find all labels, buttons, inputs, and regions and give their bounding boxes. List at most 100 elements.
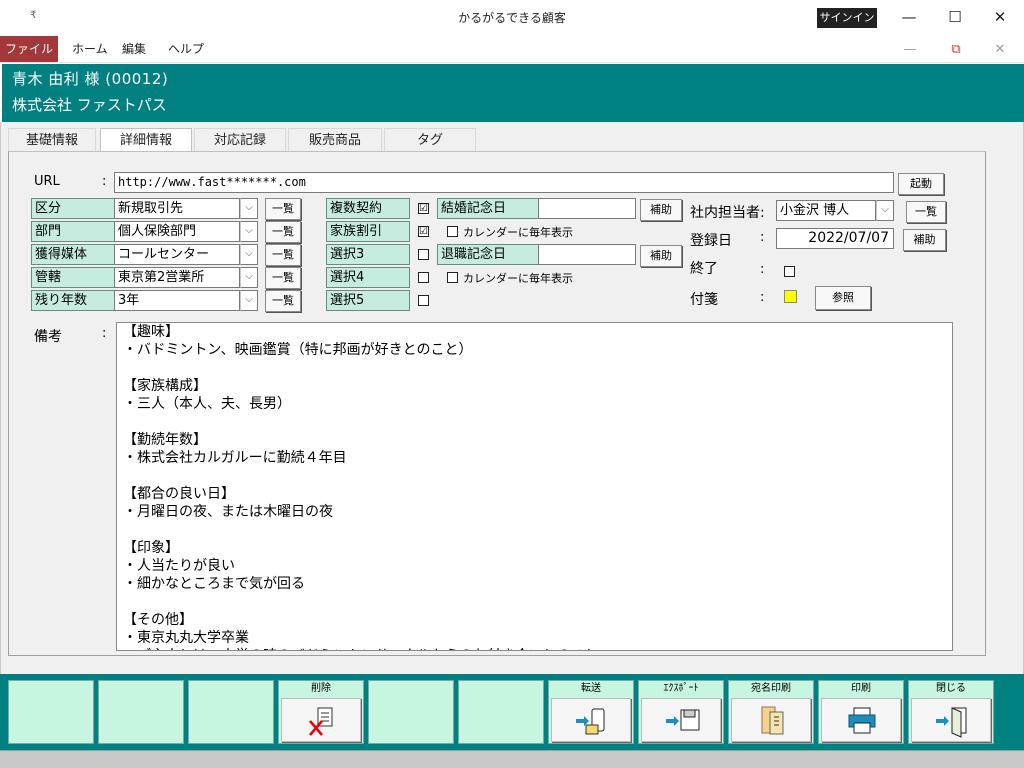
chevron-down-icon[interactable]: ⌵ — [240, 267, 258, 288]
registered-assist-button[interactable]: 補助 — [903, 229, 946, 251]
wedding-calendar-checkbox[interactable] — [447, 226, 458, 237]
retire-calendar-label: カレンダーに毎年表示 — [463, 272, 573, 285]
footer-empty-slot-2 — [98, 680, 184, 744]
tab-contact-log[interactable]: 対応記録 — [194, 128, 286, 152]
retire-assist-button[interactable]: 補助 — [640, 245, 682, 267]
option4-label: 選択4 — [326, 267, 410, 288]
footer-empty-slot-3 — [188, 680, 274, 744]
remaining-years-label: 残り年数 — [31, 290, 115, 311]
registered-date-field[interactable]: 2022/07/07 — [776, 228, 894, 249]
company-name: 株式会社 ファストパス — [12, 96, 167, 114]
multi-contract-label: 複数契約 — [326, 198, 410, 219]
option5-checkbox[interactable] — [418, 295, 429, 306]
launch-button[interactable]: 起動 — [898, 173, 944, 195]
url-label: URL — [34, 174, 60, 189]
chevron-down-icon[interactable]: ⌵ — [240, 244, 258, 265]
department-combo[interactable]: 個人保険部門 — [114, 221, 240, 242]
url-field[interactable]: http://www.fast*******.com — [114, 172, 894, 193]
channel-combo[interactable]: コールセンター — [114, 244, 240, 265]
staff-label: 社内担当者: — [690, 205, 765, 221]
delete-button-label: 削除 — [279, 681, 363, 697]
print-button[interactable]: 印刷 — [818, 680, 904, 744]
remaining-years-list-button[interactable]: 一覧 — [265, 290, 301, 312]
url-colon: : — [102, 174, 107, 189]
footer-empty-slot-1 — [8, 680, 94, 744]
sticky-color-swatch[interactable] — [784, 290, 797, 303]
signin-button[interactable]: サインイン — [817, 8, 877, 28]
memo-textarea[interactable]: 【趣味】 ・バドミントン、映画鑑賞（特に邦画が好きとのこと） 【家族構成】 ・三… — [116, 322, 953, 651]
department-label: 部門 — [31, 221, 115, 242]
menu-home[interactable]: ホーム — [62, 36, 118, 62]
status-bar — [0, 750, 1024, 768]
printer-icon — [848, 707, 876, 734]
family-discount-checkbox[interactable]: ☑ — [418, 226, 429, 237]
address-print-button-label: 宛名印刷 — [729, 681, 813, 697]
wedding-assist-button[interactable]: 補助 — [640, 199, 682, 221]
export-button[interactable]: ｴｸｽﾎﾟｰﾄ — [638, 680, 724, 744]
minimize-button[interactable]: — — [894, 6, 924, 28]
forward-mail-icon — [576, 708, 605, 735]
menu-help[interactable]: ヘルプ — [158, 36, 214, 62]
jurisdiction-label: 管轄 — [31, 267, 115, 288]
menu-bar: ファイル ホーム 編集 ヘルプ — ⧉ ✕ — [0, 36, 1024, 63]
jurisdiction-list-button[interactable]: 一覧 — [265, 267, 301, 289]
sticky-note-label: 付箋 — [690, 292, 718, 308]
customer-name: 青木 由利 様 (00012) — [12, 70, 169, 88]
option3-label: 選択3 — [326, 244, 410, 265]
registered-date-colon: : — [760, 230, 765, 245]
category-list-button[interactable]: 一覧 — [265, 198, 301, 220]
staff-combo[interactable]: 小金沢 博人 — [776, 200, 876, 221]
remaining-years-combo[interactable]: 3年 — [114, 290, 240, 311]
finished-checkbox[interactable] — [784, 266, 795, 277]
finished-label: 終了 — [690, 261, 718, 277]
menu-file[interactable]: ファイル — [0, 36, 58, 62]
tab-basic-info[interactable]: 基礎情報 — [8, 128, 96, 152]
address-print-button[interactable]: 宛名印刷 — [728, 680, 814, 744]
staff-list-button[interactable]: 一覧 — [906, 201, 946, 223]
forward-button[interactable]: 転送 — [548, 680, 634, 744]
wedding-anniv-label: 結婚記念日 — [437, 198, 539, 219]
option3-checkbox[interactable] — [418, 249, 429, 260]
department-list-button[interactable]: 一覧 — [265, 221, 301, 243]
menu-edit[interactable]: 編集 — [112, 36, 156, 62]
retire-anniv-field[interactable] — [538, 244, 636, 265]
multi-contract-checkbox[interactable]: ☑ — [418, 203, 429, 214]
tab-detail-info[interactable]: 詳細情報 — [100, 128, 192, 153]
chevron-down-icon[interactable]: ⌵ — [240, 221, 258, 242]
retire-calendar-checkbox[interactable] — [447, 272, 458, 283]
tab-sold-products[interactable]: 販売商品 — [288, 128, 382, 152]
memo-colon: : — [102, 326, 107, 341]
family-discount-label: 家族割引 — [326, 221, 410, 242]
exit-door-icon — [936, 707, 967, 738]
maximize-button[interactable]: ☐ — [940, 6, 970, 28]
footer-empty-slot-5 — [458, 680, 544, 744]
mdi-close-button[interactable]: ✕ — [988, 39, 1012, 61]
jurisdiction-combo[interactable]: 東京第2営業所 — [114, 267, 240, 288]
customer-header: 青木 由利 様 (00012) 株式会社 ファストパス — [0, 64, 1024, 122]
channel-label: 獲得媒体 — [31, 244, 115, 265]
chevron-down-icon[interactable]: ⌵ — [240, 198, 258, 219]
wedding-anniv-field[interactable] — [538, 198, 636, 219]
category-combo[interactable]: 新規取引先 — [114, 198, 240, 219]
sticky-note-colon: : — [760, 290, 765, 305]
footer-empty-slot-4 — [368, 680, 454, 744]
option4-checkbox[interactable] — [418, 272, 429, 283]
memo-label: 備考 — [34, 329, 62, 345]
wedding-calendar-label: カレンダーに毎年表示 — [463, 226, 573, 239]
address-label-icon — [761, 706, 784, 735]
forward-button-label: 転送 — [549, 681, 633, 697]
finished-colon: : — [760, 262, 765, 277]
reference-button[interactable]: 参照 — [815, 286, 871, 310]
option5-label: 選択5 — [326, 290, 410, 311]
channel-list-button[interactable]: 一覧 — [265, 244, 301, 266]
chevron-down-icon[interactable]: ⌵ — [876, 200, 894, 221]
close-button[interactable]: ✕ — [985, 6, 1015, 28]
tab-tags[interactable]: タグ — [384, 128, 476, 152]
close-form-button[interactable]: 閉じる — [908, 680, 994, 744]
mdi-restore-button[interactable]: ⧉ — [944, 39, 968, 61]
chevron-down-icon[interactable]: ⌵ — [240, 290, 258, 311]
delete-button[interactable]: 削除 — [278, 680, 364, 744]
mdi-minimize-button[interactable]: — — [898, 39, 922, 61]
registered-date-label: 登録日 — [690, 233, 732, 249]
close-form-button-label: 閉じる — [909, 681, 993, 697]
